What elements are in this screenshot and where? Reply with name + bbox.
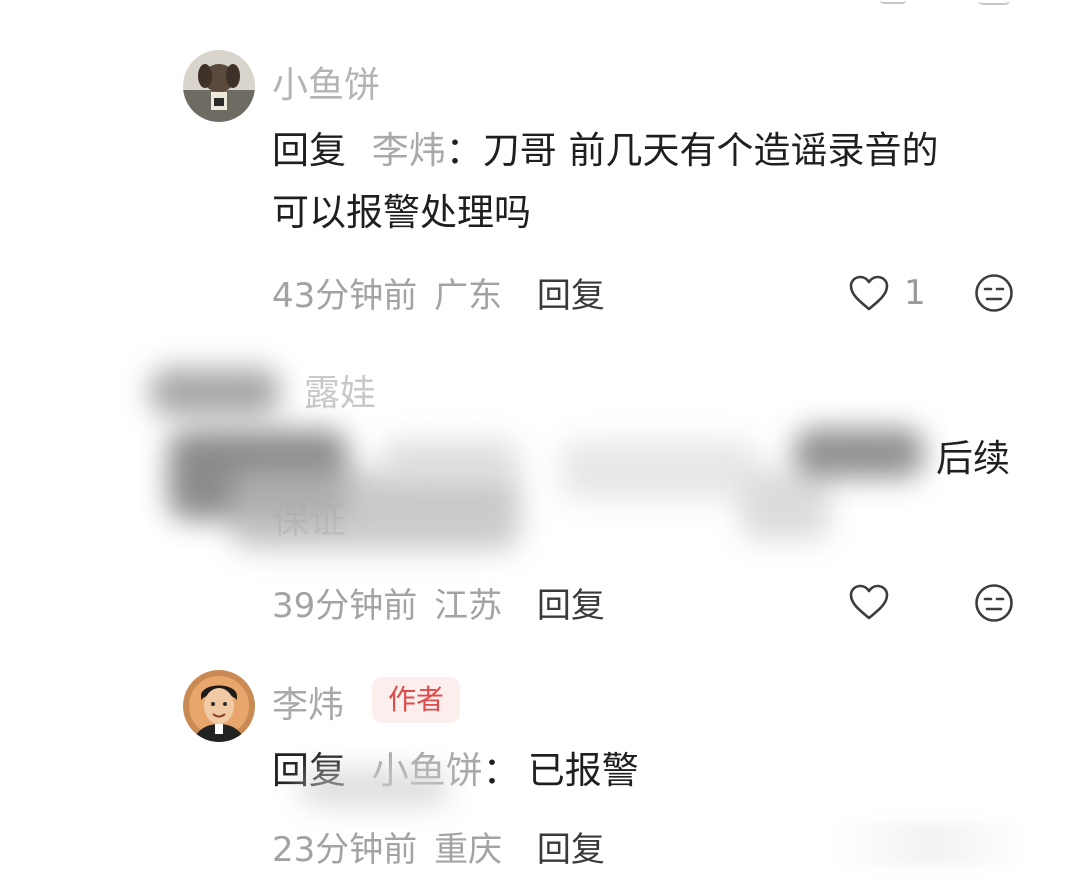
blur-redaction <box>300 770 450 806</box>
reply-button[interactable]: 回复 <box>537 586 605 626</box>
blur-redaction <box>560 440 760 500</box>
mention-colon: ： <box>482 749 520 792</box>
blur-redaction <box>150 368 280 416</box>
author-badge: 作者 <box>372 677 461 723</box>
like-button[interactable] <box>848 583 890 621</box>
commenter-name[interactable]: 李炜 <box>272 676 344 728</box>
comment-meta: 23分钟前 重庆 回复 <box>272 822 605 871</box>
top-remnant <box>840 0 1020 8</box>
mention-colon: ： <box>445 129 483 172</box>
comment-time: 39分钟前 <box>272 586 418 626</box>
commenter-name-text: 露娃 <box>304 373 377 414</box>
comment-text: 回复 李炜：刀哥 前几天有个造谣录音的 可以报警处理吗 <box>272 120 1032 244</box>
emoji-face-icon[interactable] <box>974 273 1014 313</box>
comment-location: 江苏 <box>434 586 503 626</box>
comment-time: 43分钟前 <box>272 276 418 316</box>
blur-redaction <box>794 428 924 478</box>
heart-icon <box>849 584 889 620</box>
comment-text-line1: 刀哥 前几天有个造谣录音的 <box>482 129 939 172</box>
remnant-icon-mark <box>978 0 1010 5</box>
comment-location: 广东 <box>434 276 503 316</box>
remnant-icon-mark <box>880 0 906 4</box>
comment-time: 23分钟前 <box>272 830 418 870</box>
reply-button[interactable]: 回复 <box>537 830 605 870</box>
commenter-name[interactable]: 小鱼饼 <box>272 56 380 108</box>
like-button[interactable]: 1 <box>848 273 926 313</box>
comment-text-main: 已报警 <box>527 749 639 792</box>
reply-button[interactable]: 回复 <box>537 276 605 316</box>
comment-text-end: 后续 <box>936 437 1010 480</box>
avatar[interactable] <box>183 50 255 122</box>
heart-icon <box>849 275 889 311</box>
blur-redaction <box>380 440 520 480</box>
avatar[interactable] <box>183 670 255 742</box>
commenter-name[interactable]: 露娃 <box>304 364 376 416</box>
comment-text-line2: 可以报警处理吗 <box>272 191 531 234</box>
reply-prefix: 回复 <box>272 129 346 172</box>
bottom-fade <box>832 822 1028 866</box>
blur-redaction <box>230 470 520 550</box>
blur-redaction <box>740 470 830 540</box>
emoji-face-icon[interactable] <box>974 583 1014 623</box>
comment-meta: 43分钟前 广东 回复 <box>272 268 605 317</box>
comment-location: 重庆 <box>434 830 503 870</box>
comment-meta: 39分钟前 江苏 回复 <box>272 578 605 627</box>
like-count: 1 <box>904 273 926 313</box>
mention-name[interactable]: 李炜 <box>372 129 446 172</box>
